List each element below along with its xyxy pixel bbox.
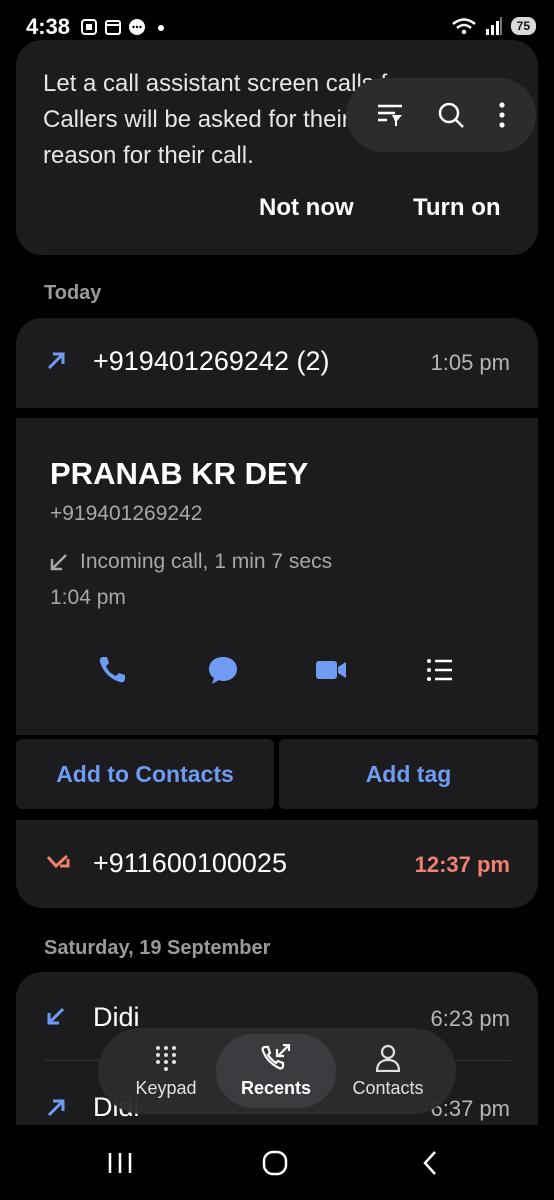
contacts-icon: [375, 1044, 401, 1072]
call-number: +919401269242 (2): [93, 346, 330, 376]
video-call-button[interactable]: [311, 650, 351, 690]
contact-name: PRANAB KR DEY: [50, 456, 309, 491]
message-button[interactable]: [203, 650, 243, 690]
contact-number: +919401269242: [50, 502, 203, 525]
incoming-call-icon: [47, 1007, 65, 1025]
nav-contacts[interactable]: Contacts: [328, 1034, 448, 1108]
call-time: 1:05 pm: [430, 350, 511, 375]
not-now-button[interactable]: Not now: [259, 194, 354, 222]
signal-icon: [485, 17, 502, 35]
today-calls-card: +919401269242 (2) 1:05 pm PRANAB KR DEY …: [16, 318, 538, 908]
nav-recents[interactable]: Recents: [216, 1034, 336, 1108]
recent-apps-icon: [108, 1153, 132, 1173]
turn-on-button[interactable]: Turn on: [413, 194, 501, 222]
details-button[interactable]: [420, 650, 460, 690]
call-log-row[interactable]: +911600100025 12:37 pm: [16, 820, 538, 908]
nav-keypad-label: Keypad: [135, 1077, 197, 1098]
status-system-icons: 75: [451, 16, 536, 36]
battery-level: 75: [516, 19, 530, 33]
call-detail-panel: PRANAB KR DEY +919401269242 Incoming cal…: [16, 418, 538, 735]
screenshot-icon: [81, 19, 97, 35]
incoming-call-icon: [50, 554, 67, 571]
filter-icon[interactable]: [375, 101, 405, 129]
call-time: 12:37 pm: [414, 852, 510, 877]
outgoing-call-icon: [47, 1099, 65, 1117]
back-button[interactable]: [410, 1147, 450, 1179]
call-actions: [16, 650, 538, 690]
recents-toolbar: [346, 78, 536, 152]
section-saturday: Saturday, 19 September: [44, 937, 271, 959]
battery-icon: 75: [510, 17, 536, 35]
missed-call-icon: [46, 854, 70, 869]
back-icon: [423, 1151, 436, 1175]
status-time: 4:38: [26, 14, 71, 39]
add-to-contacts-button[interactable]: Add to Contacts: [16, 739, 274, 809]
details-icon: [427, 659, 452, 681]
add-tag-button[interactable]: Add tag: [279, 739, 538, 809]
system-navigation-bar: [0, 1125, 554, 1200]
home-icon: [262, 1150, 288, 1176]
wifi-icon: [451, 18, 476, 35]
call-button[interactable]: [92, 650, 132, 690]
outgoing-call-icon: [47, 352, 65, 370]
call-number: +911600100025: [93, 848, 287, 878]
keypad-icon: [156, 1045, 176, 1071]
notification-dot-icon: [158, 25, 164, 31]
home-button[interactable]: [255, 1147, 295, 1179]
nav-keypad[interactable]: Keypad: [106, 1034, 226, 1108]
call-info: Incoming call, 1 min 7 secs: [50, 550, 332, 574]
nav-contacts-label: Contacts: [352, 1077, 424, 1098]
message-icon: [209, 657, 237, 684]
video-icon: [316, 661, 346, 679]
search-icon[interactable]: [436, 100, 466, 130]
status-notification-icons: [80, 18, 170, 36]
call-time: 6:23 pm: [430, 1006, 511, 1031]
bottom-navigation: Keypad Recents Contacts: [98, 1028, 456, 1114]
call-log-row[interactable]: +919401269242 (2) 1:05 pm: [16, 318, 538, 408]
detail-buttons: Add to Contacts Add tag: [16, 739, 538, 809]
call-info-time: 1:04 pm: [50, 586, 126, 609]
call-info-text: Incoming call, 1 min 7 secs: [80, 550, 333, 573]
recents-icon: [261, 1043, 291, 1069]
nav-recents-label: Recents: [240, 1077, 312, 1098]
recent-apps-button[interactable]: [100, 1147, 140, 1179]
section-today: Today: [44, 282, 102, 304]
phone-icon: [99, 657, 125, 683]
calendar-icon: [105, 20, 121, 35]
messages-icon: [129, 19, 145, 35]
more-icon[interactable]: [497, 100, 507, 130]
